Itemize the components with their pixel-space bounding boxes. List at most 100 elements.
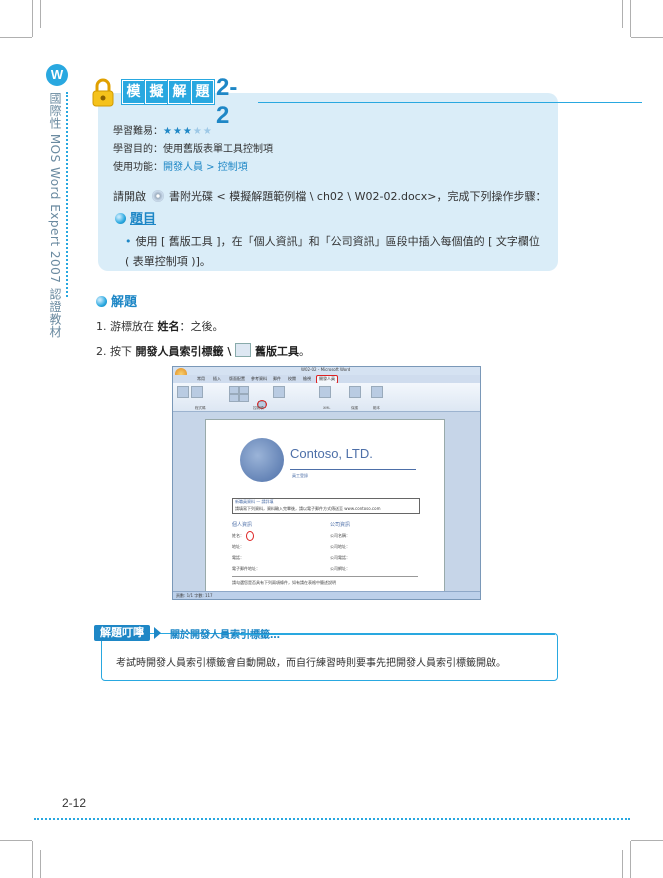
tab-mailings[interactable]: 郵件 <box>273 376 281 382</box>
goal-row: 學習目的：使用舊版表單工具控制項 <box>113 140 273 155</box>
control-button[interactable] <box>239 386 249 394</box>
goal-label: 學習目的： <box>113 144 163 155</box>
group-template-label: 範本 <box>373 406 380 410</box>
word-logo-icon: W <box>46 64 68 86</box>
tab-home[interactable]: 常用 <box>197 376 205 382</box>
field-email[interactable]: 電子郵件地址： <box>232 566 260 572</box>
group-controls-label: 控制項 <box>253 406 264 410</box>
tip-arrow-icon <box>154 627 161 639</box>
goal-value: 使用舊版表單工具控制項 <box>163 144 273 155</box>
doc-box-heading: 新職員資料 — 請詳填 <box>235 499 274 504</box>
function-label: 使用功能： <box>113 162 163 173</box>
company-heading: 公司資訊 <box>330 522 351 528</box>
page-number: 2-12 <box>62 796 87 810</box>
title-tag-char: 解 <box>168 80 191 104</box>
ball-bullet-icon <box>115 213 126 224</box>
crop-mark <box>631 840 663 841</box>
tab-layout[interactable]: 版面配置 <box>229 376 245 382</box>
crop-mark <box>630 0 631 37</box>
doc-subtitle: 員工登錄 <box>292 473 308 478</box>
tip-rule <box>235 634 555 635</box>
side-divider <box>66 92 68 297</box>
crop-mark <box>40 850 41 878</box>
title-tag-char: 擬 <box>145 80 168 104</box>
footer-divider <box>34 818 630 820</box>
logo-rule <box>290 469 416 470</box>
crop-mark <box>622 0 623 28</box>
company-name: Contoso, LTD. <box>290 446 373 461</box>
tip-tag: 解題叮嚀 <box>94 625 150 641</box>
tab-review[interactable]: 校閱 <box>288 376 296 382</box>
dot-bullet-icon: • <box>125 235 132 248</box>
field-company-phone[interactable]: 公司電話： <box>330 555 350 561</box>
instruction-line: 請開啟 書附光碟 < 模擬解題範例檔 \ ch02 \ W02-02.docx>… <box>113 188 546 204</box>
side-book-title: 國際性 MOS Word Expert 2007 認證教材 <box>48 92 62 338</box>
doc-rule <box>232 576 418 577</box>
crop-mark <box>32 841 33 878</box>
field-address[interactable]: 地址： <box>232 544 244 550</box>
window-titlebar: W02-02 - Microsoft Word <box>173 367 480 375</box>
crop-mark <box>0 840 32 841</box>
tab-references[interactable]: 參考資料 <box>251 376 267 382</box>
function-value: 開發人員 > 控制項 <box>163 162 248 173</box>
question-text: • 使用 [ 舊版工具 ]，在「個人資訊」和「公司資訊」區段中插入每個值的 [ 文… <box>125 235 540 268</box>
tab-insert[interactable]: 插入 <box>213 376 221 382</box>
control-button[interactable] <box>239 394 249 402</box>
control-button[interactable] <box>229 394 239 402</box>
field-company-url[interactable]: 公司網址： <box>330 566 350 572</box>
protect-button[interactable] <box>349 386 361 398</box>
difficulty-label: 學習難易： <box>113 126 163 137</box>
status-bar: 頁數: 1/1 字數: 117 <box>173 591 480 599</box>
tip-body: 考試時開發人員索引標籤會自動開啟，而自行練習時則要事先把開發人員索引標籤開啟。 <box>116 658 506 669</box>
ball-bullet-icon <box>96 296 107 307</box>
group-xml-label: XML <box>323 406 331 410</box>
legacy-tools-icon <box>235 343 252 357</box>
crop-mark <box>631 37 663 38</box>
crop-mark <box>622 850 623 878</box>
step-2: 2. 按下 開發人員索引標籤 \ 舊版工具。 <box>96 343 311 358</box>
question-heading: 題目 <box>115 208 156 227</box>
group-protect-label: 保護 <box>351 406 358 410</box>
status-text: 頁數: 1/1 字數: 117 <box>176 593 213 598</box>
doc-note: 請勾選您是否具有下列兩項條件，如有請在表格中簡述說明 <box>232 580 336 585</box>
visual-basic-button[interactable] <box>177 386 189 398</box>
tab-view[interactable]: 檢視 <box>303 376 311 382</box>
crop-mark <box>0 37 32 38</box>
template-button[interactable] <box>371 386 383 398</box>
instruction-text: 書附光碟 < 模擬解題範例檔 \ ch02 \ W02-02.docx>，完成下… <box>169 190 547 203</box>
crop-mark <box>32 0 33 37</box>
word-screenshot: W02-02 - Microsoft Word 常用 插入 版面配置 參考資料 … <box>172 366 481 600</box>
document-page[interactable]: Contoso, LTD. 員工登錄 新職員資料 — 請詳填 請填寫下列資料，資… <box>205 419 445 599</box>
tab-developer[interactable]: 開發人員 <box>319 376 335 382</box>
ribbon: 程式碼 控制項 XML 保護 範本 <box>173 383 480 412</box>
ribbon-tabs: 常用 插入 版面配置 參考資料 郵件 校閱 檢視 開發人員 <box>173 375 480 384</box>
doc-box-text: 請填寫下列資料，資料輸入完畢後，請以電子郵件方式傳送至 www.contoso.… <box>235 506 381 511</box>
step-1: 1. 游標放在 姓名：之後。 <box>96 320 224 333</box>
field-company-address[interactable]: 公司地址： <box>330 544 350 550</box>
group-code-label: 程式碼 <box>195 406 206 410</box>
cd-icon <box>151 190 164 202</box>
stars-filled: ★★★ <box>163 126 193 137</box>
title-tag-char: 題 <box>191 80 214 104</box>
cursor-highlight <box>246 531 254 541</box>
title-rule <box>258 102 642 103</box>
exercise-number: 2-2 <box>216 74 238 129</box>
crop-mark <box>40 0 41 28</box>
title-tag-char: 模 <box>122 80 145 104</box>
field-company-name[interactable]: 公司名稱： <box>330 533 350 539</box>
solution-heading: 解題 <box>96 291 137 310</box>
structure-button[interactable] <box>319 386 331 398</box>
function-row: 使用功能：開發人員 > 控制項 <box>113 158 248 173</box>
crop-mark <box>630 841 631 878</box>
macros-button[interactable] <box>191 386 203 398</box>
stars-empty: ★★ <box>192 126 213 137</box>
design-mode-button[interactable] <box>273 386 285 398</box>
personal-heading: 個人資訊 <box>232 522 253 528</box>
field-phone[interactable]: 電話： <box>232 555 244 561</box>
field-name[interactable]: 姓名： <box>232 533 244 539</box>
padlock-icon <box>92 78 114 107</box>
contoso-logo-icon <box>240 438 284 482</box>
instruction-prefix: 請開啟 <box>113 190 146 203</box>
difficulty-row: 學習難易：★★★★★ <box>113 122 213 137</box>
control-button[interactable] <box>229 386 239 394</box>
